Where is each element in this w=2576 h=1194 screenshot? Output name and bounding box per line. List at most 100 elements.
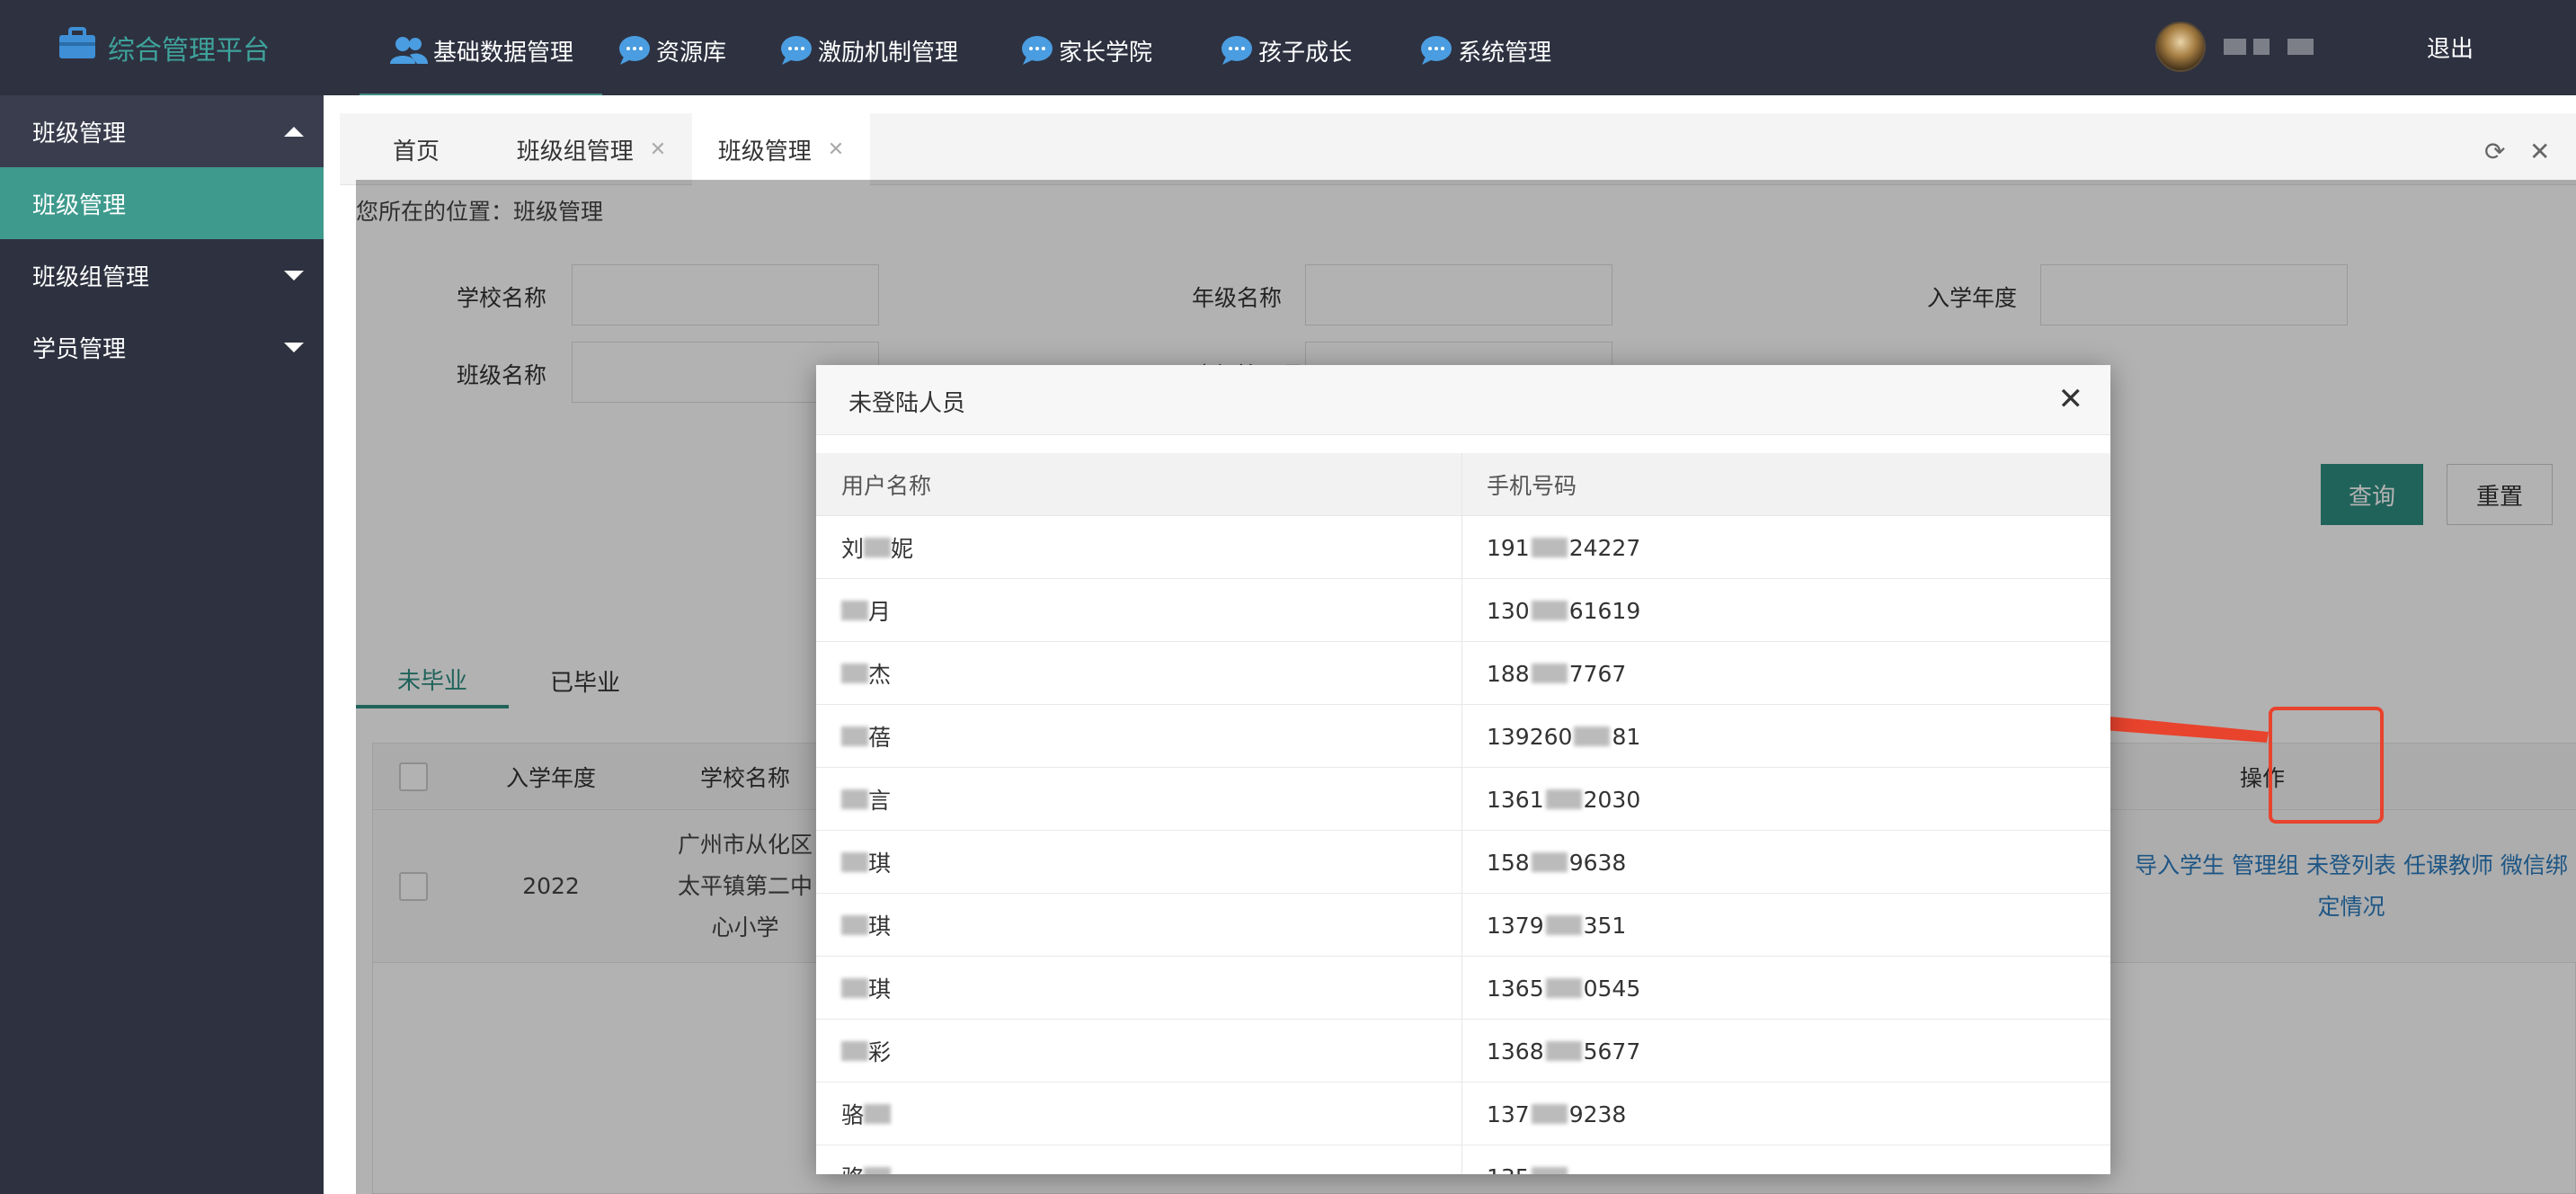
users-icon: [390, 35, 428, 66]
phone-visible-part: 0545: [1583, 975, 1641, 1002]
nav-basic-data[interactable]: 基础数据管理: [360, 0, 603, 101]
phone-cell: 1365 0545: [1487, 957, 1640, 1020]
redaction-block: [841, 915, 868, 935]
table-row: 琪 1379 351: [816, 894, 2110, 957]
user-name-cell: 琪: [841, 957, 891, 1020]
user-info[interactable]: [2155, 22, 2314, 72]
chat-bubble-icon: [780, 35, 813, 66]
sidebar-group-student[interactable]: 学员管理: [0, 311, 324, 383]
user-name-cell: 彩: [841, 1020, 891, 1083]
col-user-name: 用户名称: [841, 473, 932, 499]
nav-label: 孩子成长: [1258, 39, 1353, 67]
dialog-title: 未登陆人员: [848, 390, 966, 417]
nav-child-growth[interactable]: 孩子成长: [1181, 0, 1381, 101]
redaction-block: [1545, 915, 1582, 935]
brand-title: 综合管理平台: [108, 35, 270, 67]
phone-cell: 137 9238: [1487, 1083, 1626, 1145]
redaction-block: [1531, 538, 1568, 557]
nav-label: 激励机制管理: [818, 39, 959, 67]
sidebar-item-label: 班级组管理: [32, 263, 150, 291]
unlogged-users-dialog: 未登陆人员 ✕ 用户名称 手机号码 刘妮 191 24227 月 130 61619 杰 18…: [816, 365, 2110, 1174]
sidebar-item-label: 班级管理: [32, 120, 127, 147]
phone-visible-part: 188: [1487, 660, 1530, 687]
redaction-block: [1531, 601, 1568, 620]
dialog-table-header: 用户名称 手机号码: [816, 453, 2110, 516]
avatar[interactable]: [2155, 22, 2206, 72]
tab-home[interactable]: 首页: [340, 113, 493, 185]
redaction-block: [1531, 852, 1568, 872]
close-icon[interactable]: ✕: [2529, 137, 2550, 166]
redaction-block: [1545, 978, 1582, 998]
chat-bubble-icon: [1420, 35, 1452, 66]
tab-class-management[interactable]: 班级管理 ✕: [692, 113, 870, 185]
phone-visible-part: 5677: [1583, 1038, 1641, 1065]
phone-cell: 1379 351: [1487, 894, 1626, 957]
sidebar-group-class-management[interactable]: 班级管理: [0, 95, 324, 167]
name-visible-part: 琪: [868, 913, 892, 940]
name-visible-part: 妮: [891, 536, 914, 562]
name-visible-part: 言: [868, 788, 892, 814]
user-name-cell: 蓓: [841, 705, 891, 768]
close-icon[interactable]: ✕: [828, 138, 844, 161]
redaction-block: [1531, 664, 1568, 683]
user-name-cell: 骆: [841, 1145, 892, 1174]
user-name-cell: 刘妮: [841, 516, 913, 579]
col-phone: 手机号码: [1487, 473, 1577, 499]
brand[interactable]: 综合管理平台: [58, 27, 270, 68]
nav-incentive[interactable]: 激励机制管理: [755, 0, 987, 101]
redaction-block: [1545, 1041, 1582, 1061]
redaction-block: [841, 664, 868, 683]
nav-resource[interactable]: 资源库: [602, 0, 755, 101]
table-row: 骆 137 9238: [816, 1083, 2110, 1145]
close-icon[interactable]: ✕: [650, 138, 666, 161]
sidebar-group-class-group[interactable]: 班级组管理: [0, 239, 324, 311]
nav-label: 基础数据管理: [433, 39, 574, 67]
redaction-block: [1545, 789, 1582, 809]
chat-bubble-icon: [618, 35, 651, 66]
table-row: 刘妮 191 24227: [816, 516, 2110, 579]
name-visible-part: 琪: [868, 976, 892, 1002]
refresh-icon[interactable]: ⟳: [2484, 137, 2505, 166]
nav-parent-school[interactable]: 家长学院: [987, 0, 1181, 101]
briefcase-icon: [58, 26, 108, 69]
logout-link[interactable]: 退出: [2427, 31, 2474, 64]
phone-visible-part: 1365: [1487, 975, 1544, 1002]
redaction-block: [841, 726, 868, 746]
user-name-redacted: [2224, 35, 2314, 58]
phone-visible-part: 81: [1612, 723, 1641, 750]
redaction-block: [1574, 726, 1611, 746]
sidebar-item-class-management[interactable]: 班级管理: [0, 167, 324, 239]
table-row: 骆 135: [816, 1145, 2110, 1174]
phone-visible-part: 137: [1487, 1100, 1530, 1127]
phone-visible-part: 191: [1487, 534, 1530, 561]
name-visible-part: 蓓: [868, 725, 892, 751]
tab-class-group[interactable]: 班级组管理 ✕: [493, 113, 690, 185]
nav-label: 资源库: [656, 39, 727, 67]
nav-label: 家长学院: [1059, 39, 1153, 67]
phone-visible-part: 139260: [1487, 723, 1573, 750]
nav-system[interactable]: 系统管理: [1381, 0, 1580, 101]
name-visible-part: 骆: [841, 1161, 864, 1174]
phone-visible-part: 9238: [1568, 1100, 1627, 1127]
user-name-cell: 月: [841, 579, 891, 642]
redaction-block: [864, 1167, 892, 1174]
tab-label: 首页: [392, 138, 440, 165]
name-visible-part: 杰: [868, 662, 892, 688]
user-name-cell: 琪: [841, 831, 891, 894]
tab-label: 班级管理: [717, 138, 812, 165]
nav-label: 系统管理: [1458, 39, 1552, 67]
phone-visible-part: 1361: [1487, 786, 1544, 813]
phone-visible-part: 351: [1583, 912, 1627, 939]
main-nav: 基础数据管理 资源库 激励机制管理 家长学院 孩子成长 系统管理: [360, 0, 1580, 101]
phone-cell: 1368 5677: [1487, 1020, 1640, 1083]
chat-bubble-icon: [1221, 35, 1253, 66]
table-row: 琪 158 9638: [816, 831, 2110, 894]
phone-visible-part: 7767: [1568, 660, 1627, 687]
tab-label: 班级组管理: [516, 138, 634, 165]
table-row: 琪 1365 0545: [816, 957, 2110, 1020]
phone-cell: 188 7767: [1487, 642, 1626, 705]
redaction-block: [864, 538, 892, 557]
close-icon[interactable]: ✕: [2058, 381, 2084, 417]
name-visible-part: 彩: [868, 1039, 892, 1065]
name-visible-part: 骆: [841, 1102, 865, 1128]
